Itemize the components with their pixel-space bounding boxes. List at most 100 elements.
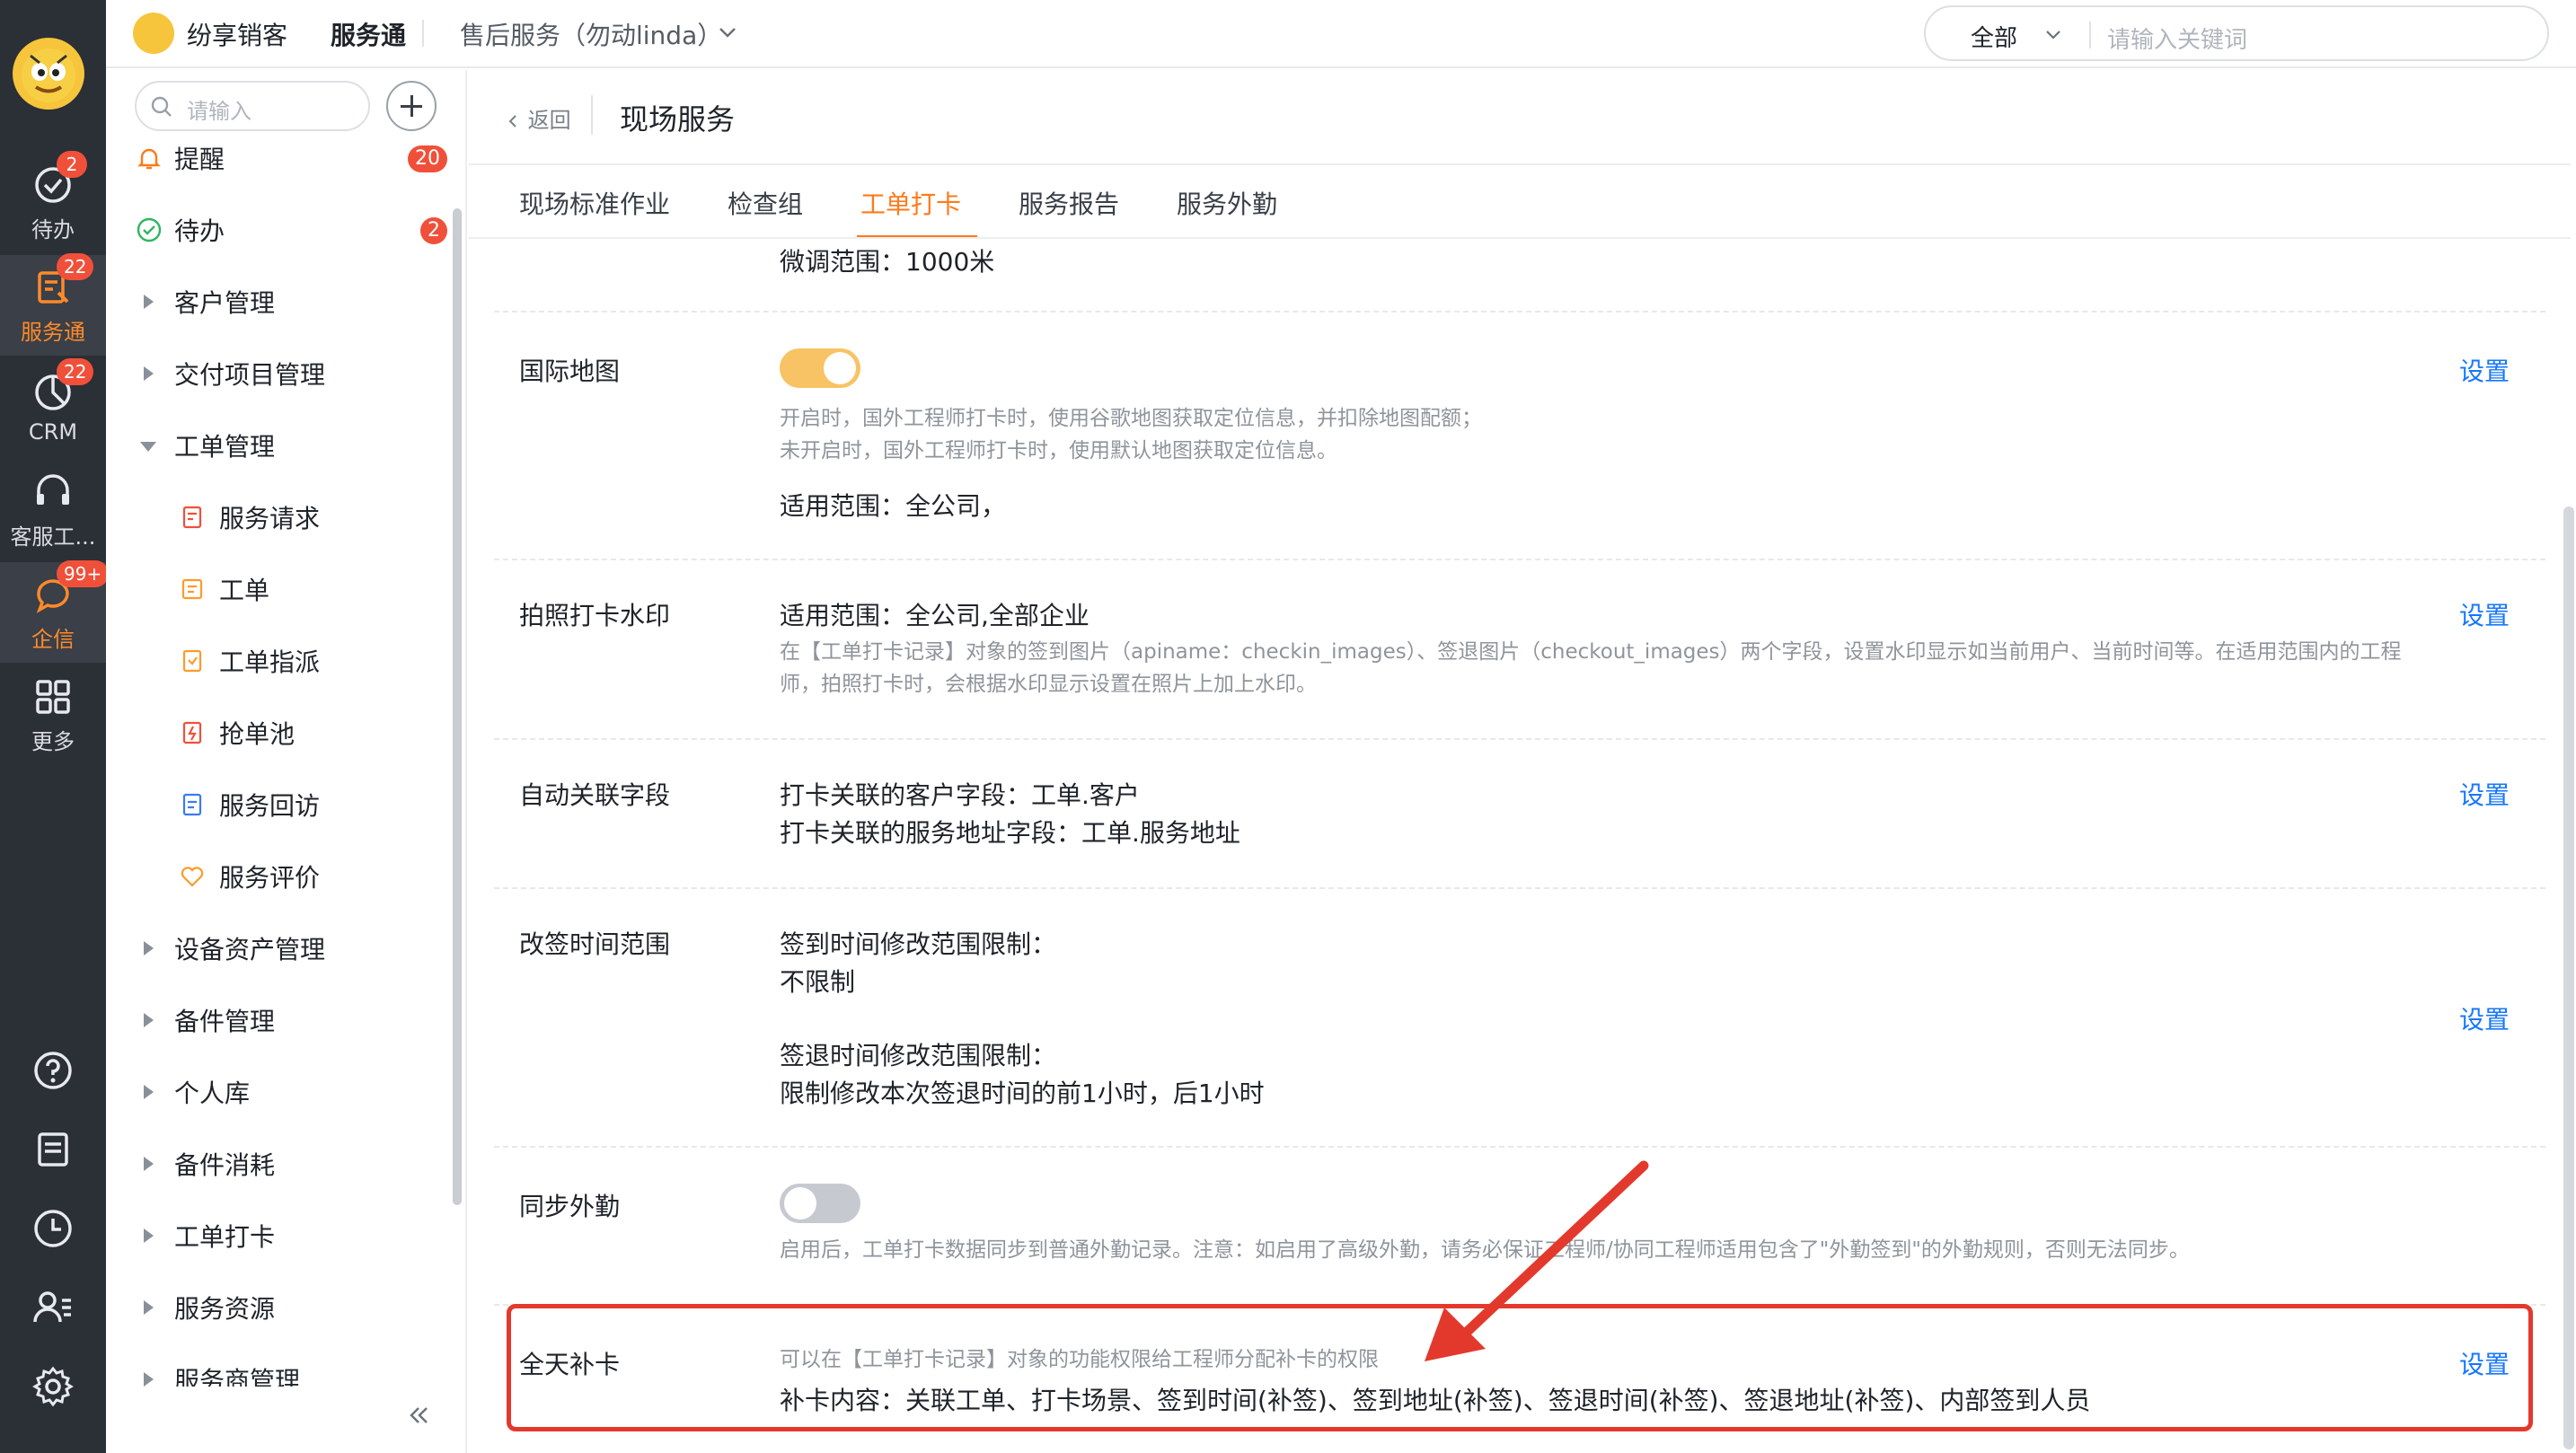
nav-item-label: 个人库 (174, 1079, 251, 1108)
top-header: 纷享销客 服务通 售后服务（勿动linda） 全部 请输入关键词 (106, 0, 2576, 68)
rail-item-more[interactable]: 更多 (0, 665, 106, 765)
rail-item-messaging[interactable]: 99+ 企信 (0, 559, 110, 663)
nav-item-delivery-project[interactable]: 交付项目管理 (106, 341, 447, 404)
nav-item-label: 工单 (219, 576, 270, 605)
tab-check-group[interactable]: 检查组 (728, 185, 803, 221)
intl-map-toggle[interactable] (780, 348, 860, 388)
nav-item-work-order-checkin[interactable]: 工单打卡 (106, 1203, 447, 1266)
enterprise-switcher[interactable]: 售后服务（勿动linda） (460, 16, 722, 52)
rail-item-todo[interactable]: 2 待办 (0, 150, 106, 253)
caret-right-icon (144, 1228, 154, 1243)
nav-item-revisit[interactable]: 服务回访 (106, 772, 447, 835)
grab-order-icon (178, 718, 207, 747)
avatar-bee-icon (22, 48, 75, 102)
nav-item-grab-pool[interactable]: 抢单池 (106, 700, 447, 763)
nav-item-personal-stock[interactable]: 个人库 (106, 1060, 447, 1123)
search-divider (2089, 22, 2091, 48)
nav-item-spare-parts[interactable]: 备件管理 (106, 988, 447, 1051)
rail-badge: 22 (57, 358, 94, 385)
nav-item-label: 抢单池 (219, 719, 296, 749)
settings-gear-icon[interactable] (28, 1361, 78, 1412)
add-button[interactable] (386, 81, 437, 131)
nav-item-label: 服务请求 (219, 504, 321, 533)
section-divider (494, 559, 2545, 560)
nav-item-service-request[interactable]: 服务请求 (106, 485, 447, 548)
rail-item-customer-service[interactable]: 客服工... (0, 460, 106, 560)
check-circle-icon (135, 216, 163, 244)
nav-item-service-resources[interactable]: 服务资源 (106, 1275, 447, 1338)
app-name: 服务通 (331, 21, 407, 50)
checkin-limit-title: 签到时间修改范围限制： (780, 929, 1057, 959)
clock-icon[interactable] (28, 1203, 78, 1254)
checkout-limit-value: 限制修改本次签退时间的前1小时，后1小时 (780, 1079, 1265, 1108)
notebook-icon[interactable] (28, 1124, 78, 1175)
rail-item-service[interactable]: 22 服务通 (0, 252, 106, 356)
nav-item-label: 交付项目管理 (174, 360, 326, 390)
rail-item-label: 客服工... (10, 524, 96, 550)
nav-badge: 20 (408, 145, 447, 172)
global-search-input[interactable]: 请输入关键词 (2107, 22, 2247, 55)
nav-item-label: 工单打卡 (174, 1222, 276, 1252)
nav-item-evaluation[interactable]: 服务评价 (106, 844, 447, 907)
back-button[interactable]: 返回 (505, 102, 571, 134)
header-divider (591, 95, 593, 135)
tab-field-work[interactable]: 服务外勤 (1177, 185, 1277, 221)
annotation-highlight-box (507, 1304, 2533, 1431)
nav-item-label: 设备资产管理 (174, 935, 326, 964)
caret-right-icon (144, 1013, 154, 1027)
tab-work-order-checkin[interactable]: 工单打卡 (860, 185, 961, 221)
nav-search-placeholder: 请输入 (187, 99, 251, 124)
chevron-down-icon[interactable] (715, 20, 740, 45)
main-scrollbar[interactable] (2563, 506, 2574, 1449)
back-label: 返回 (527, 108, 571, 133)
headset-icon (37, 473, 69, 505)
auto-link-address: 打卡关联的服务地址字段：工单.服务地址 (780, 818, 1240, 848)
intl-map-label: 国际地图 (519, 357, 621, 386)
divider (469, 237, 2571, 239)
revisit-icon (178, 790, 207, 819)
chevron-left-icon (508, 115, 516, 128)
rail-badge: 2 (57, 150, 87, 178)
tab-standard-operation[interactable]: 现场标准作业 (519, 185, 670, 221)
sync-field-toggle[interactable] (780, 1184, 860, 1223)
sync-field-label: 同步外勤 (519, 1192, 621, 1221)
intl-map-scope: 适用范围：全公司， (780, 491, 1007, 521)
nav-item-label: 备件管理 (174, 1007, 276, 1036)
nav-search-input[interactable]: 请输入 (135, 81, 370, 131)
nav-item-customer-management[interactable]: 客户管理 (106, 269, 447, 332)
intl-map-settings-link[interactable]: 设置 (2459, 352, 2510, 388)
nav-item-label: 客户管理 (174, 288, 276, 318)
nav-item-asset-management[interactable]: 设备资产管理 (106, 916, 447, 979)
divider (469, 163, 2571, 165)
search-scope-select[interactable]: 全部 (1971, 20, 2017, 53)
double-chevron-left-icon[interactable] (402, 1399, 435, 1431)
chevron-down-icon[interactable] (2042, 23, 2064, 45)
nav-item-dispatch[interactable]: 工单指派 (106, 629, 447, 691)
auto-link-settings-link[interactable]: 设置 (2459, 776, 2510, 812)
nav-item-work-order-management[interactable]: 工单管理 (106, 413, 447, 476)
app-rail: 2 待办 22 服务通 22 CRM 客服工... 99+ 企信 更多 (0, 0, 110, 1453)
page-title: 现场服务 (620, 102, 736, 136)
rail-badge: 99+ (57, 559, 110, 587)
rail-item-label: 待办 (31, 216, 75, 242)
rail-item-crm[interactable]: 22 CRM (0, 357, 106, 458)
watermark-settings-link[interactable]: 设置 (2459, 596, 2510, 632)
nav-scrollbar[interactable] (453, 208, 462, 1205)
nav-badge: 2 (420, 217, 447, 244)
nav-item-work-order[interactable]: 工单 (106, 557, 447, 620)
caret-right-icon (144, 941, 154, 955)
nav-item-reminder[interactable]: 提醒 20 (106, 126, 447, 189)
nav-item-provider-management[interactable]: 服务商管理 (106, 1347, 447, 1387)
caret-right-icon (144, 1157, 154, 1171)
tab-service-report[interactable]: 服务报告 (1019, 185, 1119, 221)
nav-item-todo[interactable]: 待办 2 (106, 198, 447, 260)
contacts-icon[interactable] (28, 1282, 78, 1333)
heart-icon (178, 862, 207, 891)
nav-item-parts-consumption[interactable]: 备件消耗 (106, 1132, 447, 1194)
brand-logo-icon (133, 13, 174, 54)
nav-item-label: 服务回访 (219, 791, 321, 821)
time-range-settings-link[interactable]: 设置 (2459, 1000, 2510, 1036)
section-divider (494, 1146, 2545, 1148)
user-avatar[interactable] (13, 38, 84, 110)
help-icon[interactable] (28, 1045, 78, 1096)
